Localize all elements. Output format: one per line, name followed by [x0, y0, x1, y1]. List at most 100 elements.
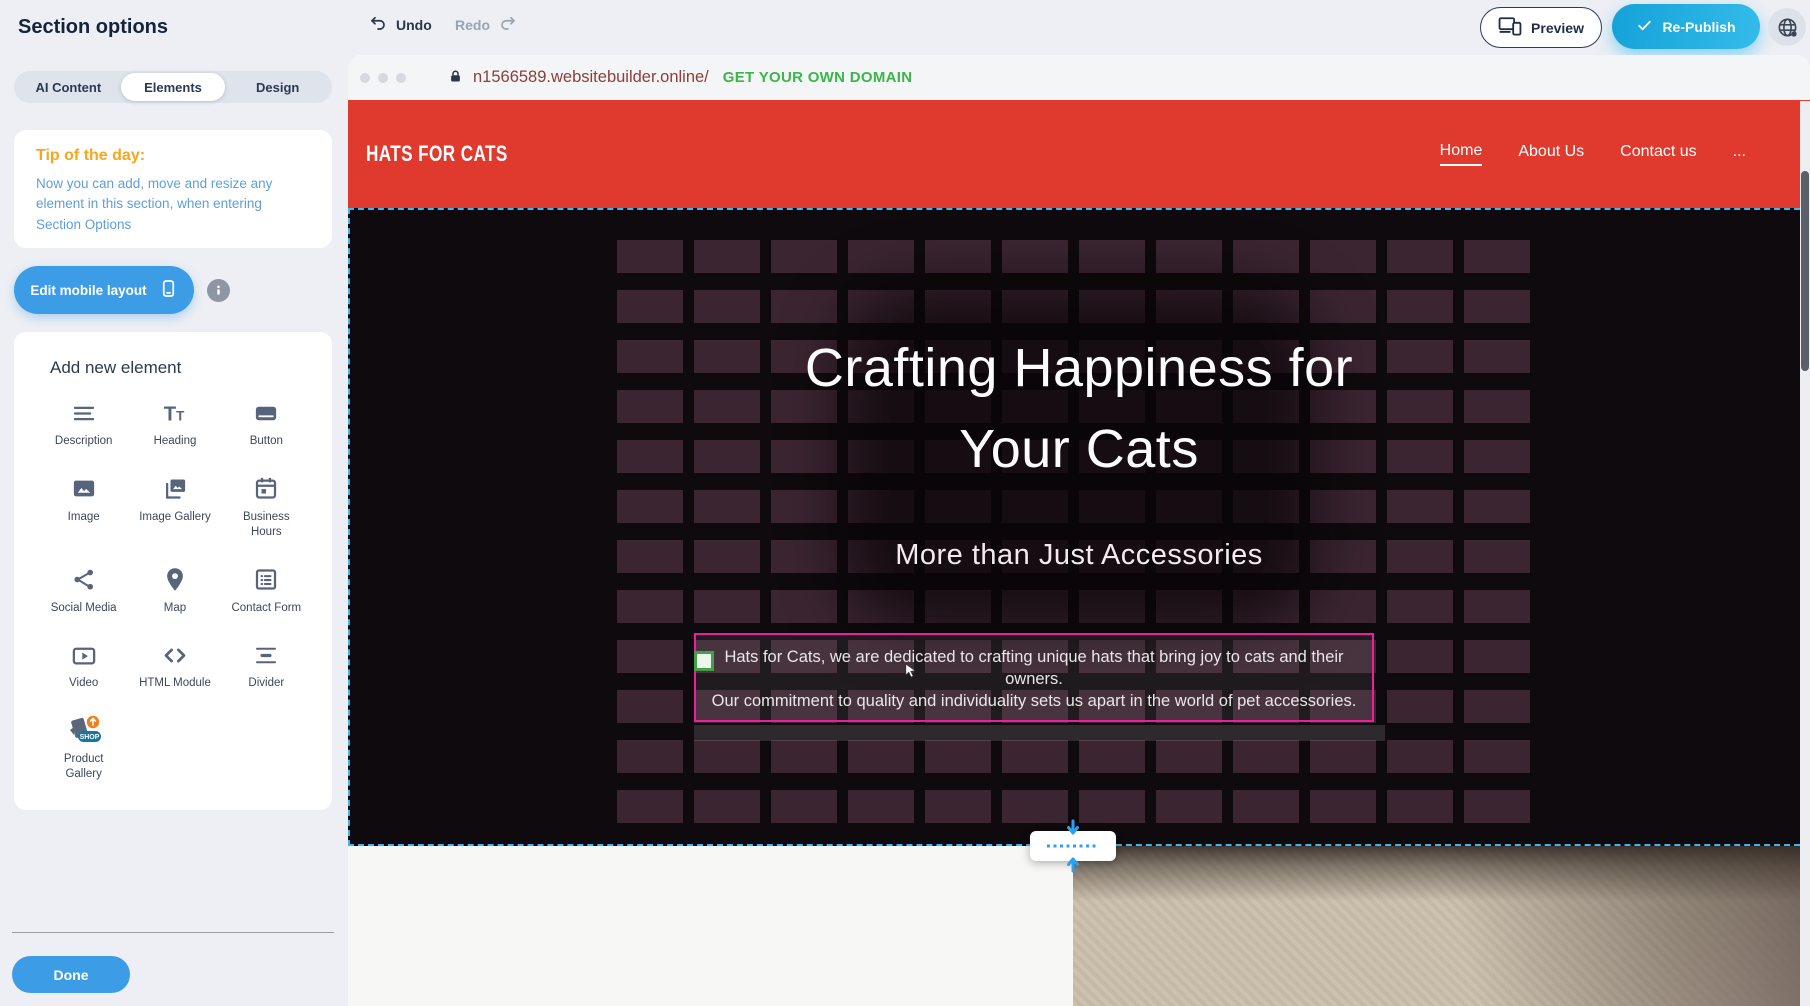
add-element-label: Image: [68, 510, 100, 526]
redo-label: Redo: [455, 17, 490, 33]
add-element-item[interactable]: Image Gallery: [129, 474, 220, 541]
panel-tab[interactable]: Design: [225, 73, 330, 101]
add-element-label: Description: [55, 434, 113, 450]
add-element-item[interactable]: Business Hours: [221, 474, 312, 541]
add-element-label: HTML Module: [139, 676, 211, 692]
hero-subtitle[interactable]: More than Just Accessories: [348, 539, 1810, 572]
panel-tab[interactable]: Elements: [121, 73, 226, 101]
add-element-item[interactable]: Social Media: [38, 565, 129, 617]
tip-of-the-day-card: Tip of the day: Now you can add, move an…: [14, 130, 332, 248]
add-element-item[interactable]: Map: [129, 565, 220, 617]
tip-title: Tip of the day:: [36, 147, 310, 165]
browser-chrome: n1566589.websitebuilder.online/ GET YOUR…: [348, 55, 1810, 100]
done-button[interactable]: Done: [12, 956, 130, 993]
undo-button[interactable]: Undo: [368, 14, 432, 35]
heading-icon: TT: [161, 398, 189, 428]
svg-text:SHOP: SHOP: [79, 734, 99, 741]
mouse-cursor-icon: [903, 663, 918, 679]
hero-title[interactable]: Crafting Happiness forYour Cats: [749, 328, 1409, 490]
undo-label: Undo: [396, 17, 432, 33]
add-element-item[interactable]: Video: [38, 640, 129, 692]
svg-text:T: T: [164, 403, 177, 425]
add-element-item[interactable]: TT Heading: [129, 398, 220, 450]
add-element-grid: Description TT Heading Button Image: [38, 398, 312, 783]
preview-button[interactable]: Preview: [1480, 7, 1602, 48]
add-element-label: Business Hours: [229, 510, 303, 541]
button-icon: [252, 398, 280, 428]
hero-section[interactable]: Crafting Happiness forYour Cats More tha…: [348, 208, 1810, 846]
calendar-icon: [252, 474, 280, 504]
code-icon: [161, 640, 189, 670]
section-resize-handle[interactable]: [1030, 831, 1116, 861]
add-element-item[interactable]: Description: [38, 398, 129, 450]
add-element-label: Product Gallery: [47, 752, 121, 783]
globe-icon[interactable]: [1768, 8, 1806, 46]
hero-description[interactable]: Hats for Cats, we are dedicated to craft…: [696, 647, 1372, 712]
add-element-item[interactable]: HTML Module: [129, 640, 220, 692]
divider-icon: [252, 640, 280, 670]
selected-text-element[interactable]: Hats for Cats, we are dedicated to craft…: [694, 633, 1374, 722]
redo-icon: [498, 14, 518, 35]
scrollbar-track[interactable]: [1800, 101, 1810, 1006]
site-nav: Home About Us Contact us ...: [1440, 142, 1746, 166]
url-text: n1566589.websitebuilder.online/: [473, 68, 709, 87]
info-icon[interactable]: [207, 279, 230, 302]
add-element-label: Image Gallery: [139, 510, 211, 526]
site-canvas: HATS FOR CATS Home About Us Contact us .…: [348, 100, 1810, 1006]
tip-body: Now you can add, move and resize any ele…: [36, 174, 310, 235]
check-icon: [1636, 18, 1653, 36]
phone-icon: [159, 279, 178, 301]
svg-text:T: T: [176, 408, 185, 423]
get-domain-link[interactable]: GET YOUR OWN DOMAIN: [723, 69, 913, 86]
add-element-item[interactable]: Divider: [221, 640, 312, 692]
next-section-blank: [348, 846, 1073, 1006]
republish-label: Re-Publish: [1662, 19, 1735, 35]
add-element-item[interactable]: SHOP Product Gallery: [38, 716, 129, 783]
preview-label: Preview: [1531, 20, 1584, 36]
map-pin-icon: [161, 565, 189, 595]
nav-item[interactable]: Contact us: [1620, 143, 1696, 165]
pavement-photo: [1073, 846, 1810, 1006]
panel-title: Section options: [18, 16, 168, 39]
nav-item[interactable]: Home: [1440, 142, 1483, 166]
add-element-label: Button: [250, 434, 283, 450]
contact-form-icon: [252, 565, 280, 595]
image-icon: [70, 474, 98, 504]
lock-icon: [448, 69, 463, 86]
edit-mobile-layout-button[interactable]: Edit mobile layout: [14, 266, 194, 314]
redo-button[interactable]: Redo: [455, 14, 518, 35]
video-icon: [70, 640, 98, 670]
add-element-label: Contact Form: [231, 601, 301, 617]
republish-button[interactable]: Re-Publish: [1612, 4, 1760, 49]
site-header[interactable]: HATS FOR CATS Home About Us Contact us .…: [348, 100, 1810, 208]
window-dot: [396, 73, 406, 83]
element-margin-indicator: [694, 725, 1385, 741]
image-gallery-icon: [161, 474, 189, 504]
add-element-label: Video: [69, 676, 98, 692]
section-options-panel: Section options AI Content Elements Desi…: [0, 0, 348, 1006]
browser-preview: n1566589.websitebuilder.online/ GET YOUR…: [348, 55, 1810, 1006]
nav-item[interactable]: ...: [1733, 143, 1746, 165]
window-dot: [360, 73, 370, 83]
add-new-element-title: Add new element: [50, 358, 332, 378]
text-lines-icon: [70, 398, 98, 428]
panel-tabs: AI Content Elements Design: [14, 71, 332, 103]
product-gallery-icon: SHOP: [64, 716, 104, 746]
nav-item[interactable]: About Us: [1518, 143, 1584, 165]
add-new-element-card: Add new element Description TT Heading B…: [14, 332, 332, 810]
scrollbar-thumb[interactable]: [1801, 171, 1809, 371]
add-element-item[interactable]: Image: [38, 474, 129, 541]
panel-tab[interactable]: AI Content: [16, 73, 121, 101]
sidebar-divider: [12, 932, 334, 933]
drag-handle[interactable]: [694, 651, 714, 671]
share-icon: [70, 565, 98, 595]
site-logo[interactable]: HATS FOR CATS: [366, 141, 508, 167]
add-element-item[interactable]: Button: [221, 398, 312, 450]
window-dot: [378, 73, 388, 83]
add-element-label: Heading: [154, 434, 197, 450]
add-element-label: Divider: [248, 676, 284, 692]
add-element-item[interactable]: Contact Form: [221, 565, 312, 617]
add-element-label: Social Media: [51, 601, 117, 617]
edit-mobile-layout-label: Edit mobile layout: [30, 283, 146, 298]
undo-icon: [368, 14, 388, 35]
